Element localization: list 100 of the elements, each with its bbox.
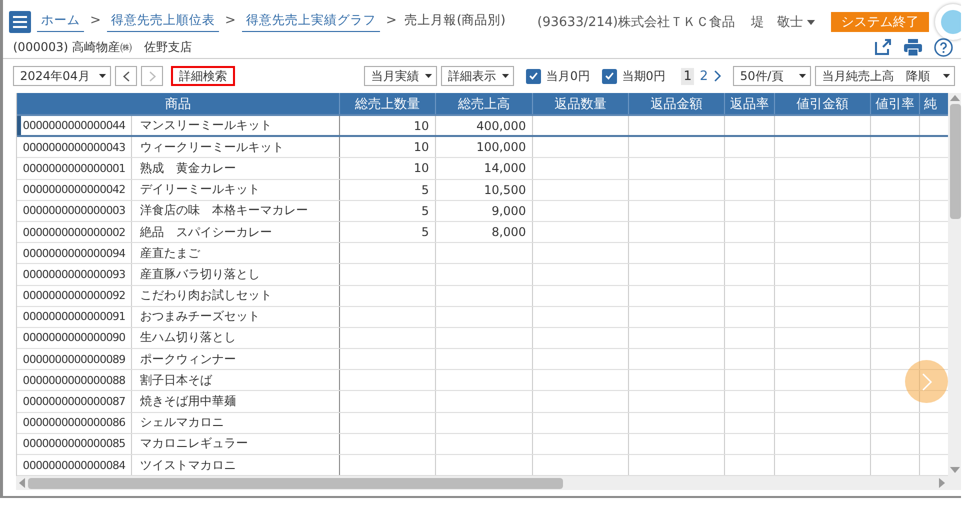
table-cell: 割子日本そば	[132, 370, 340, 390]
table-cell: ウィークリーミールキット	[132, 137, 340, 158]
chevron-left-icon	[122, 70, 130, 82]
table-cell: 5	[340, 222, 436, 242]
menu-button[interactable]	[9, 11, 31, 33]
table-cell: 0000000000000090	[17, 328, 132, 348]
column-header: 商品	[17, 93, 340, 114]
table-row[interactable]: 0000000000000003 洋食店の味 本格キーマカレー 5 9,000	[17, 200, 948, 222]
table-row[interactable]: 0000000000000091 おつまみチーズセット	[17, 306, 948, 328]
check-icon	[529, 72, 538, 80]
table-cell: 8,000	[436, 222, 533, 242]
customer-name: (000003) 高崎物産㈱ 佐野支店	[13, 38, 192, 56]
page-link[interactable]: 1	[681, 68, 694, 84]
table-cell: 0000000000000092	[17, 286, 132, 306]
page-link[interactable]: 2	[698, 68, 710, 84]
table-cell: 0000000000000094	[17, 243, 132, 264]
table-row[interactable]: 0000000000000085 マカロニレギュラー	[17, 434, 948, 455]
caret-icon	[807, 20, 815, 24]
period-select[interactable]: 当月実績	[364, 66, 438, 86]
column-header: 返品金額	[629, 93, 725, 114]
breadcrumb-link[interactable]: 得意先売上順位表	[106, 12, 219, 32]
caret-icon	[943, 74, 950, 78]
column-header: 値引率	[871, 93, 920, 114]
table-cell: 0000000000000044	[17, 116, 132, 136]
table-cell: 0000000000000002	[17, 222, 132, 242]
table-cell: 焼きそば用中華麺	[132, 391, 340, 412]
chevron-right-icon	[148, 70, 156, 82]
scroll-down-icon	[950, 467, 960, 473]
table-cell: 0000000000000088	[17, 370, 132, 390]
caret-icon	[99, 74, 106, 78]
table-row[interactable]: 0000000000000084 ツイストマカロニ	[17, 455, 948, 476]
scroll-right-icon	[939, 478, 945, 488]
scroll-thumb[interactable]	[28, 478, 563, 488]
caret-icon	[425, 74, 432, 78]
table-cell: 0000000000000089	[17, 349, 132, 370]
open-external-button[interactable]	[874, 38, 892, 56]
breadcrumb-separator: >	[224, 13, 236, 30]
vertical-scrollbar[interactable]	[948, 93, 961, 476]
scroll-thumb[interactable]	[950, 104, 960, 219]
table-cell: 10,500	[436, 180, 533, 200]
table-cell: 0000000000000003	[17, 200, 132, 221]
breadcrumb-link[interactable]: 得意先売上実績グラフ	[242, 12, 380, 32]
display-select[interactable]: 詳細表示	[441, 66, 514, 86]
help-icon	[934, 38, 953, 56]
detail-search-button[interactable]: 詳細検索	[171, 66, 235, 86]
chevron-right-icon	[714, 70, 721, 82]
page-size-select[interactable]: 50件/頁	[733, 66, 811, 86]
next-page-link[interactable]	[714, 70, 721, 82]
table-cell: 14,000	[436, 158, 533, 179]
table-cell: おつまみチーズセット	[132, 306, 340, 327]
table-cell: 100,000	[436, 137, 533, 158]
table-cell: デイリーミールキット	[132, 180, 340, 200]
table-cell: 0000000000000085	[17, 434, 132, 454]
user-menu[interactable]: 堤 敬士	[747, 13, 819, 31]
help-button[interactable]	[934, 38, 953, 56]
column-header: 総売上高	[436, 93, 533, 114]
table-row[interactable]: 0000000000000001 熟成 黄金カレー 10 14,000	[17, 158, 948, 180]
table-cell: マンスリーミールキット	[132, 116, 340, 136]
table-cell: 10	[340, 116, 436, 136]
table-row[interactable]: 0000000000000044 マンスリーミールキット 10 400,000	[17, 116, 948, 138]
breadcrumb-link[interactable]: ホーム	[37, 12, 84, 32]
month-select[interactable]: 2024年04月	[13, 66, 111, 86]
table-cell: 400,000	[436, 116, 533, 136]
table-row[interactable]: 0000000000000042 デイリーミールキット 5 10,500	[17, 180, 948, 201]
zero-yen-checkbox[interactable]: 当期0円	[602, 68, 666, 84]
caret-icon	[799, 74, 806, 78]
table-row[interactable]: 0000000000000094 産直たまご	[17, 243, 948, 264]
table-row[interactable]: 0000000000000086 シェルマカロニ	[17, 412, 948, 434]
table-row[interactable]: 0000000000000093 産直豚バラ切り落とし	[17, 264, 948, 286]
table-row[interactable]: 0000000000000089 ポークウィンナー	[17, 349, 948, 370]
table-row[interactable]: 0000000000000087 焼きそば用中華麺	[17, 391, 948, 413]
table-cell: 10	[340, 137, 436, 158]
table-cell: シェルマカロニ	[132, 412, 340, 433]
sort-select[interactable]: 当月純売上高 降順	[815, 66, 955, 86]
print-button[interactable]	[904, 38, 922, 56]
zero-yen-checkbox[interactable]: 当月0円	[526, 68, 590, 84]
table-cell: 5	[340, 200, 436, 221]
table-cell: 0000000000000042	[17, 180, 132, 200]
breadcrumb-separator: >	[90, 13, 101, 30]
chevron-right-icon	[922, 372, 932, 390]
table-row[interactable]: 0000000000000002 絶品 スパイシーカレー 5 8,000	[17, 222, 948, 244]
table-cell: 5	[340, 180, 436, 200]
previous-month-button[interactable]	[115, 66, 137, 86]
table-row[interactable]: 0000000000000092 こだわり肉お試しセット	[17, 286, 948, 307]
scroll-left-icon	[19, 478, 25, 488]
table-row[interactable]: 0000000000000043 ウィークリーミールキット 10 100,000	[17, 137, 948, 158]
menu-icon	[13, 16, 27, 28]
table-cell: 0000000000000043	[17, 137, 132, 158]
table-cell: 生ハム切り落とし	[132, 328, 340, 348]
caret-icon	[502, 74, 510, 78]
table-row[interactable]: 0000000000000090 生ハム切り落とし	[17, 328, 948, 350]
breadcrumb-separator: >	[386, 13, 397, 30]
table-row[interactable]: 0000000000000088 割子日本そば	[17, 370, 948, 392]
table-cell: 熟成 黄金カレー	[132, 158, 340, 179]
table-cell: 産直たまご	[132, 243, 340, 264]
table-cell: マカロニレギュラー	[132, 434, 340, 454]
external-link-icon	[874, 38, 892, 56]
horizontal-scrollbar[interactable]	[16, 476, 948, 490]
column-header: 総売上数量	[340, 93, 436, 114]
table-cell: ポークウィンナー	[132, 349, 340, 370]
